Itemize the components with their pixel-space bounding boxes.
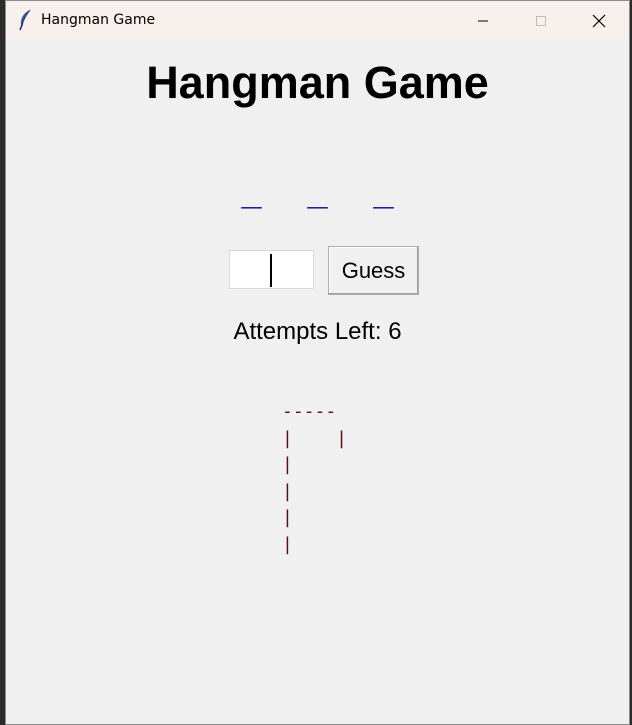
attempts-left-label: Attempts Left: 6 <box>233 318 402 345</box>
close-icon <box>592 14 606 27</box>
hangman-gallows: ----- | | | | | | <box>282 401 348 555</box>
text-cursor <box>270 254 272 287</box>
page-title: Hangman Game <box>146 57 489 108</box>
window-title: Hangman Game <box>41 12 156 28</box>
minimize-icon <box>478 20 488 21</box>
maximize-icon <box>536 15 546 26</box>
feather-icon <box>17 9 33 31</box>
close-button[interactable] <box>570 1 628 40</box>
minimize-button[interactable] <box>454 1 512 40</box>
app-window: Hangman Game Hangman Game _ _ _ Guess At… <box>5 0 630 725</box>
title-bar[interactable]: Hangman Game <box>6 1 629 40</box>
word-display: _ _ _ <box>241 171 412 212</box>
maximize-button[interactable] <box>512 1 570 40</box>
guess-button[interactable]: Guess <box>328 246 419 295</box>
